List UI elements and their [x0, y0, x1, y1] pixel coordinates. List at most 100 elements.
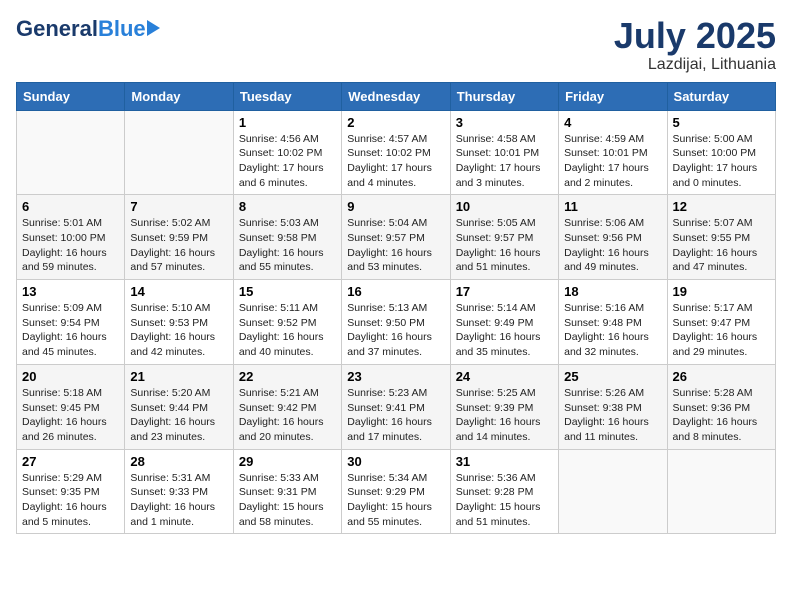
day-info: Sunrise: 5:09 AM Sunset: 9:54 PM Dayligh…	[22, 301, 119, 360]
calendar-cell: 13Sunrise: 5:09 AM Sunset: 9:54 PM Dayli…	[17, 280, 125, 365]
day-number: 20	[22, 369, 119, 384]
day-info: Sunrise: 5:06 AM Sunset: 9:56 PM Dayligh…	[564, 216, 661, 275]
title-block: July 2025 Lazdijai, Lithuania	[614, 16, 776, 74]
calendar-cell: 26 Sunrise: 5:28 AM Sunset: 9:36 PM Dayli…	[667, 364, 775, 449]
day-info: Sunrise: 5:33 AM Sunset: 9:31 PM Dayligh…	[239, 471, 336, 530]
calendar-cell	[559, 449, 667, 534]
day-number: 4	[564, 115, 661, 130]
calendar-cell: 16 Sunrise: 5:13 AM Sunset: 9:50 PM Dayli…	[342, 280, 450, 365]
calendar-cell: 21 Sunrise: 5:20 AM Sunset: 9:44 PM Dayli…	[125, 364, 233, 449]
calendar-cell: 12 Sunrise: 5:07 AM Sunset: 9:55 PM Dayli…	[667, 195, 775, 280]
calendar-cell: 25 Sunrise: 5:26 AM Sunset: 9:38 PM Dayli…	[559, 364, 667, 449]
day-info: Sunrise: 4:57 AM Sunset: 10:02 PM Daylig…	[347, 132, 444, 191]
day-info: Sunrise: 5:11 AM Sunset: 9:52 PM Dayligh…	[239, 301, 336, 360]
weekday-header-friday: Friday	[559, 82, 667, 110]
calendar-cell: 22 Sunrise: 5:21 AM Sunset: 9:42 PM Dayli…	[233, 364, 341, 449]
day-info: Sunrise: 5:16 AM Sunset: 9:48 PM Dayligh…	[564, 301, 661, 360]
day-info: Sunrise: 5:00 AM Sunset: 10:00 PM Daylig…	[673, 132, 770, 191]
calendar-cell: 24 Sunrise: 5:25 AM Sunset: 9:39 PM Dayli…	[450, 364, 558, 449]
day-number: 31	[456, 454, 553, 469]
weekday-header-saturday: Saturday	[667, 82, 775, 110]
day-info: Sunrise: 4:56 AM Sunset: 10:02 PM Daylig…	[239, 132, 336, 191]
calendar-cell: 17 Sunrise: 5:14 AM Sunset: 9:49 PM Dayli…	[450, 280, 558, 365]
calendar-cell: 23Sunrise: 5:23 AM Sunset: 9:41 PM Dayli…	[342, 364, 450, 449]
calendar-table: SundayMondayTuesdayWednesdayThursdayFrid…	[16, 82, 776, 535]
calendar-week-row: 6 Sunrise: 5:01 AM Sunset: 10:00 PM Dayli…	[17, 195, 776, 280]
calendar-cell: 29 Sunrise: 5:33 AM Sunset: 9:31 PM Dayli…	[233, 449, 341, 534]
day-number: 17	[456, 284, 553, 299]
day-number: 30	[347, 454, 444, 469]
calendar-cell: 7Sunrise: 5:02 AM Sunset: 9:59 PM Daylig…	[125, 195, 233, 280]
calendar-cell: 20Sunrise: 5:18 AM Sunset: 9:45 PM Dayli…	[17, 364, 125, 449]
day-info: Sunrise: 5:36 AM Sunset: 9:28 PM Dayligh…	[456, 471, 553, 530]
weekday-header-row: SundayMondayTuesdayWednesdayThursdayFrid…	[17, 82, 776, 110]
day-info: Sunrise: 5:26 AM Sunset: 9:38 PM Dayligh…	[564, 386, 661, 445]
calendar-cell: 5 Sunrise: 5:00 AM Sunset: 10:00 PM Dayli…	[667, 110, 775, 195]
calendar-week-row: 13Sunrise: 5:09 AM Sunset: 9:54 PM Dayli…	[17, 280, 776, 365]
calendar-cell: 14 Sunrise: 5:10 AM Sunset: 9:53 PM Dayli…	[125, 280, 233, 365]
day-info: Sunrise: 5:05 AM Sunset: 9:57 PM Dayligh…	[456, 216, 553, 275]
day-number: 3	[456, 115, 553, 130]
calendar-cell: 2 Sunrise: 4:57 AM Sunset: 10:02 PM Dayli…	[342, 110, 450, 195]
day-info: Sunrise: 5:28 AM Sunset: 9:36 PM Dayligh…	[673, 386, 770, 445]
day-info: Sunrise: 5:20 AM Sunset: 9:44 PM Dayligh…	[130, 386, 227, 445]
day-number: 24	[456, 369, 553, 384]
day-number: 25	[564, 369, 661, 384]
day-number: 27	[22, 454, 119, 469]
day-number: 22	[239, 369, 336, 384]
day-number: 18	[564, 284, 661, 299]
day-number: 29	[239, 454, 336, 469]
calendar-week-row: 27 Sunrise: 5:29 AM Sunset: 9:35 PM Dayli…	[17, 449, 776, 534]
calendar-cell: 31 Sunrise: 5:36 AM Sunset: 9:28 PM Dayli…	[450, 449, 558, 534]
day-number: 12	[673, 199, 770, 214]
calendar-cell: 1 Sunrise: 4:56 AM Sunset: 10:02 PM Dayli…	[233, 110, 341, 195]
calendar-cell: 9Sunrise: 5:04 AM Sunset: 9:57 PM Daylig…	[342, 195, 450, 280]
day-info: Sunrise: 4:59 AM Sunset: 10:01 PM Daylig…	[564, 132, 661, 191]
day-info: Sunrise: 4:58 AM Sunset: 10:01 PM Daylig…	[456, 132, 553, 191]
calendar-cell: 18 Sunrise: 5:16 AM Sunset: 9:48 PM Dayli…	[559, 280, 667, 365]
logo-blue-text: Blue	[98, 16, 146, 42]
day-number: 9	[347, 199, 444, 214]
calendar-cell	[125, 110, 233, 195]
day-number: 5	[673, 115, 770, 130]
calendar-cell	[667, 449, 775, 534]
calendar-cell: 6 Sunrise: 5:01 AM Sunset: 10:00 PM Dayli…	[17, 195, 125, 280]
day-info: Sunrise: 5:01 AM Sunset: 10:00 PM Daylig…	[22, 216, 119, 275]
day-info: Sunrise: 5:10 AM Sunset: 9:53 PM Dayligh…	[130, 301, 227, 360]
day-info: Sunrise: 5:25 AM Sunset: 9:39 PM Dayligh…	[456, 386, 553, 445]
calendar-cell: 15Sunrise: 5:11 AM Sunset: 9:52 PM Dayli…	[233, 280, 341, 365]
calendar-cell: 27 Sunrise: 5:29 AM Sunset: 9:35 PM Dayli…	[17, 449, 125, 534]
day-number: 8	[239, 199, 336, 214]
day-info: Sunrise: 5:14 AM Sunset: 9:49 PM Dayligh…	[456, 301, 553, 360]
weekday-header-wednesday: Wednesday	[342, 82, 450, 110]
day-info: Sunrise: 5:07 AM Sunset: 9:55 PM Dayligh…	[673, 216, 770, 275]
weekday-header-thursday: Thursday	[450, 82, 558, 110]
day-number: 7	[130, 199, 227, 214]
day-info: Sunrise: 5:34 AM Sunset: 9:29 PM Dayligh…	[347, 471, 444, 530]
calendar-cell: 30 Sunrise: 5:34 AM Sunset: 9:29 PM Dayli…	[342, 449, 450, 534]
day-number: 14	[130, 284, 227, 299]
weekday-header-tuesday: Tuesday	[233, 82, 341, 110]
day-number: 16	[347, 284, 444, 299]
day-number: 6	[22, 199, 119, 214]
day-info: Sunrise: 5:21 AM Sunset: 9:42 PM Dayligh…	[239, 386, 336, 445]
calendar-cell: 10Sunrise: 5:05 AM Sunset: 9:57 PM Dayli…	[450, 195, 558, 280]
calendar-cell	[17, 110, 125, 195]
day-number: 2	[347, 115, 444, 130]
day-number: 1	[239, 115, 336, 130]
calendar-cell: 4 Sunrise: 4:59 AM Sunset: 10:01 PM Dayli…	[559, 110, 667, 195]
logo-arrow-icon	[147, 20, 160, 36]
day-number: 21	[130, 369, 227, 384]
calendar-cell: 11Sunrise: 5:06 AM Sunset: 9:56 PM Dayli…	[559, 195, 667, 280]
day-info: Sunrise: 5:03 AM Sunset: 9:58 PM Dayligh…	[239, 216, 336, 275]
page-header: General Blue July 2025 Lazdijai, Lithuan…	[16, 16, 776, 74]
day-info: Sunrise: 5:29 AM Sunset: 9:35 PM Dayligh…	[22, 471, 119, 530]
month-year-title: July 2025	[614, 16, 776, 56]
day-number: 28	[130, 454, 227, 469]
day-info: Sunrise: 5:13 AM Sunset: 9:50 PM Dayligh…	[347, 301, 444, 360]
calendar-cell: 19Sunrise: 5:17 AM Sunset: 9:47 PM Dayli…	[667, 280, 775, 365]
weekday-header-sunday: Sunday	[17, 82, 125, 110]
weekday-header-monday: Monday	[125, 82, 233, 110]
day-number: 26	[673, 369, 770, 384]
day-number: 19	[673, 284, 770, 299]
